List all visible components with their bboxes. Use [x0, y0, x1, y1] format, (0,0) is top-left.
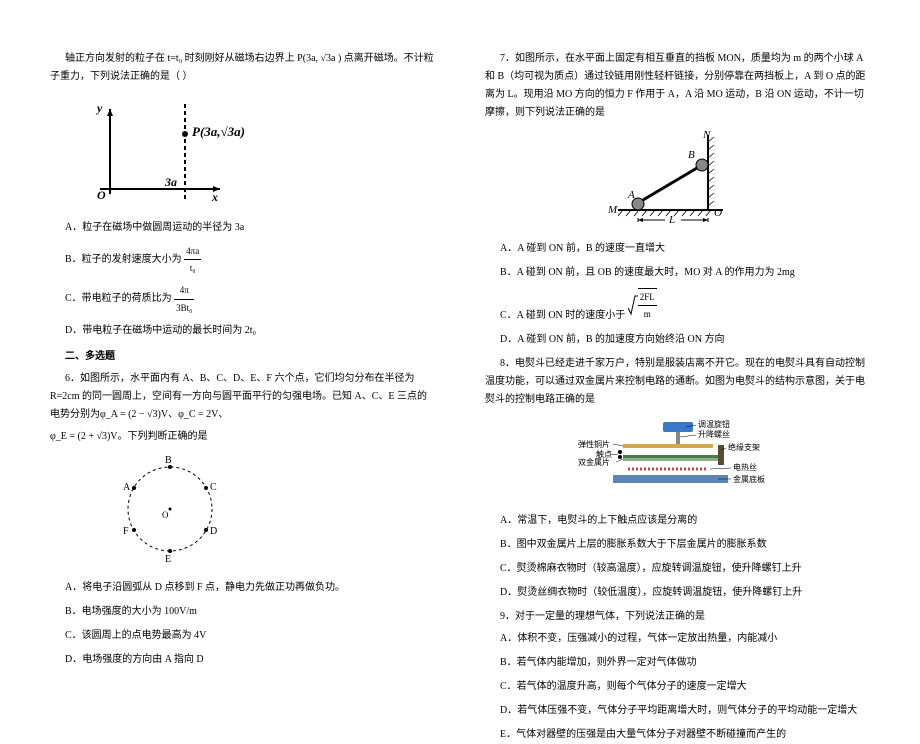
q6-intro: 6．如图所示，水平面内有 A、B、C、D、E、F 六个点，它们均匀分布在半径为 …	[50, 370, 435, 424]
q6-option-a: A．将电子沿圆弧从 D 点移到 F 点，静电力先做正功再做负功。	[65, 579, 435, 597]
svg-text:3a: 3a	[164, 175, 177, 189]
q8-option-a: A．常温下，电熨斗的上下触点应该是分离的	[500, 512, 870, 530]
q9-option-a: A．体积不变，压强减小的过程，气体一定放出热量，内能减小	[500, 630, 870, 648]
q8-option-b: B．图中双金属片上层的膨胀系数大于下层金属片的膨胀系数	[500, 536, 870, 554]
q8-option-d: D．熨烫丝绸衣物时（较低温度），应旋转调温旋钮，使升降螺钉上升	[500, 584, 870, 602]
q5-option-b: B．粒子的发射速度大小为 4πat₀	[65, 243, 435, 276]
svg-text:y: y	[95, 101, 103, 115]
svg-text:双金属片: 双金属片	[578, 457, 610, 467]
q7-intro: 7．如图所示，在水平面上固定有相互垂直的挡板 MON，质量均为 m 的两个小球 …	[485, 50, 870, 122]
svg-text:D: D	[210, 526, 217, 537]
q7-figure: M N A B O L	[485, 130, 870, 232]
q9-intro: 9．对于一定量的理想气体，下列说法正确的是	[485, 608, 870, 626]
q5-option-c: C．带电粒子的荷质比为 4π3Bt₀	[65, 282, 435, 315]
svg-text:金属底板: 金属底板	[733, 474, 765, 484]
svg-text:绝缘支架: 绝缘支架	[728, 442, 760, 452]
q9-option-b: B．若气体内能增加，则外界一定对气体做功	[500, 654, 870, 672]
q7-option-b: B．A 碰到 ON 前，且 OB 的速度最大时，MO 对 A 的作用力为 2mg	[500, 264, 870, 282]
q9-option-d: D．若气体压强不变，气体分子平均距离增大时，则气体分子的平均动能一定增大	[500, 702, 870, 720]
q7-option-a: A．A 碰到 ON 前，B 的速度一直增大	[500, 240, 870, 258]
q5-figure: P(3a,√3a) y O 3a x	[50, 94, 435, 211]
q6-figure: O B C D E F A	[50, 454, 435, 571]
section-2-title: 二、多选题	[50, 348, 435, 366]
svg-text:O: O	[714, 207, 722, 219]
q5-option-a: A．粒子在磁场中做圆周运动的半径为 3a	[65, 219, 435, 237]
q6-option-b: B．电场强度的大小为 100V/m	[65, 603, 435, 621]
svg-text:B: B	[165, 455, 172, 466]
svg-text:C: C	[210, 482, 217, 493]
svg-text:A: A	[627, 189, 635, 201]
q8-option-c: C．熨烫棉麻衣物时（较高温度），应旋转调温旋钮，使升降螺钉上升	[500, 560, 870, 578]
svg-text:O: O	[162, 510, 169, 520]
svg-text:L: L	[668, 214, 675, 225]
q7-option-d: D．A 碰到 ON 前，B 的加速度方向始终沿 ON 方向	[500, 331, 870, 349]
svg-text:M: M	[607, 204, 618, 216]
q9-option-e: E．气体对器壁的压强是由大量气体分子对器壁不断碰撞而产生的	[500, 726, 870, 744]
q6-option-d: D．电场强度的方向由 A 指向 D	[65, 651, 435, 669]
q7-option-c: C．A 碰到 ON 时的速度小于 2FLm	[500, 288, 870, 325]
svg-text:F: F	[123, 526, 129, 537]
svg-text:升降螺丝: 升降螺丝	[698, 429, 730, 439]
q6-option-c: C．该圆周上的点电势最高为 4V	[65, 627, 435, 645]
q6-intro-2: φ_E = (2 + √3)V。下列判断正确的是	[50, 428, 435, 446]
svg-text:A: A	[123, 482, 131, 493]
svg-text:调温旋钮: 调温旋钮	[698, 419, 730, 429]
svg-text:电热丝: 电热丝	[733, 462, 757, 472]
svg-text:x: x	[211, 190, 218, 204]
q5-intro: 轴正方向发射的粒子在 t=t₀ 时刻刚好从磁场右边界上 P(3a, √3a ) …	[50, 50, 435, 86]
svg-text:B: B	[688, 149, 695, 161]
svg-text:O: O	[97, 188, 106, 202]
svg-text:弹性铜片: 弹性铜片	[578, 439, 610, 449]
q9-option-c: C．若气体的温度升高，则每个气体分子的速度一定增大	[500, 678, 870, 696]
q8-figure: 弹性铜片 触点 双金属片 调温旋钮 升降螺丝 绝缘支架 电热丝 金属底板	[485, 417, 870, 504]
svg-text:N: N	[702, 130, 711, 141]
svg-text:E: E	[165, 554, 171, 564]
q8-intro: 8．电熨斗已经走进千家万户，特别是服装店离不开它。现在的电熨斗具有自动控制温度功…	[485, 355, 870, 409]
svg-text:P(3a,√3a): P(3a,√3a)	[192, 124, 245, 139]
q5-option-d: D．带电粒子在磁场中运动的最长时间为 2t₀	[65, 322, 435, 340]
